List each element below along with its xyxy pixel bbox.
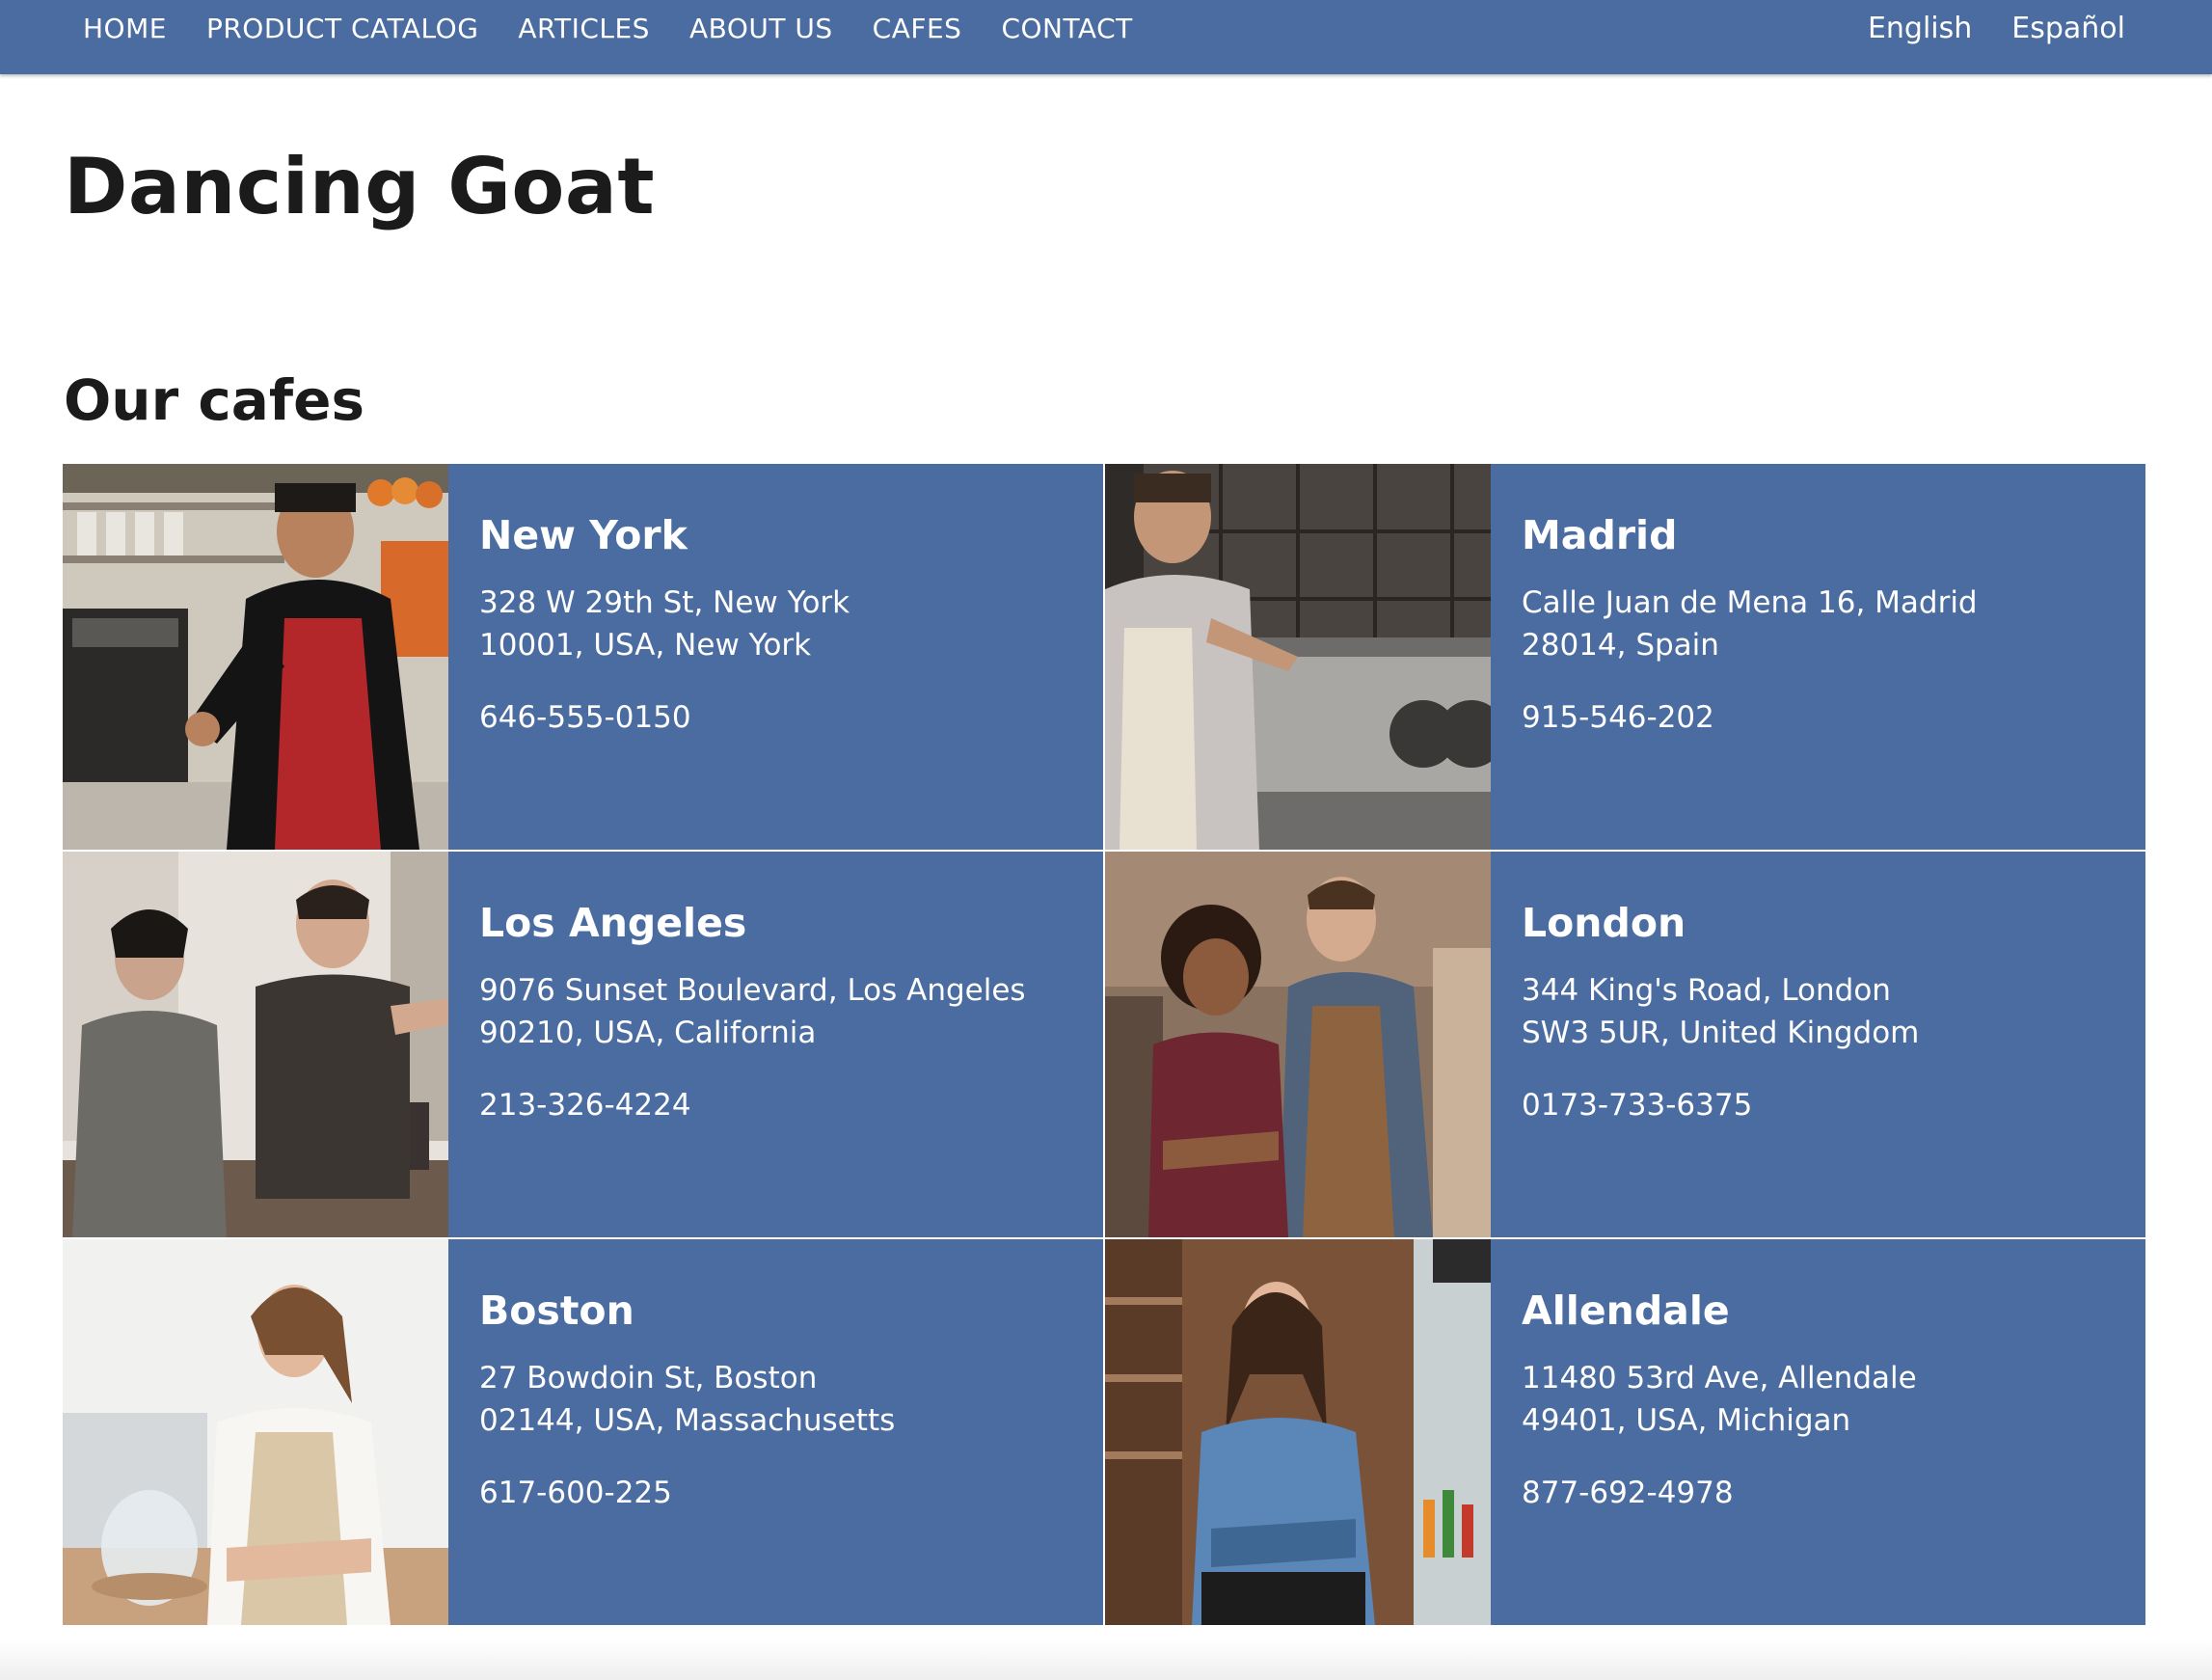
barista-photo-icon — [1105, 1239, 1491, 1625]
cafe-name: New York — [479, 512, 688, 558]
cafe-info-new-york: New York 328 W 29th St, New York 10001, … — [448, 464, 850, 850]
cafe-address-line2: SW3 5UR, United Kingdom — [1522, 1016, 1920, 1050]
cafe-address-line2: 49401, USA, Michigan — [1522, 1403, 1851, 1438]
cafe-address-line1: 328 W 29th St, New York — [479, 585, 850, 620]
cafe-address-line1: Calle Juan de Mena 16, Madrid — [1522, 585, 1978, 620]
cafe-card-madrid[interactable]: Madrid Calle Juan de Mena 16, Madrid 280… — [1105, 464, 2145, 850]
nav-link-contact[interactable]: CONTACT — [1001, 13, 1132, 44]
site-title: Dancing Goat — [64, 142, 656, 231]
cafe-address-line1: 11480 53rd Ave, Allendale — [1522, 1361, 1917, 1395]
nav-link-product-catalog[interactable]: PRODUCT CATALOG — [206, 13, 478, 44]
cafe-card-boston[interactable]: Boston 27 Bowdoin St, Boston 02144, USA,… — [63, 1239, 1103, 1625]
cafe-phone: 213-326-4224 — [479, 1088, 691, 1123]
cafe-photo-boston — [63, 1239, 448, 1625]
cafe-photo-new-york — [63, 464, 448, 850]
cafe-info-boston: Boston 27 Bowdoin St, Boston 02144, USA,… — [448, 1239, 895, 1625]
cafe-card-allendale[interactable]: Allendale 11480 53rd Ave, Allendale 4940… — [1105, 1239, 2145, 1625]
cafe-photo-london — [1105, 852, 1491, 1237]
language-switcher: English Español — [1828, 0, 2125, 56]
cafe-name: Los Angeles — [479, 900, 747, 946]
nav-link-about-us[interactable]: ABOUT US — [689, 13, 833, 44]
section-title: Our cafes — [64, 367, 365, 433]
cafe-photo-madrid — [1105, 464, 1491, 850]
cafe-address-line1: 9076 Sunset Boulevard, Los Angeles — [479, 973, 1026, 1008]
barista-photo-icon — [1105, 464, 1491, 850]
baristas-photo-icon — [1105, 852, 1491, 1237]
cafe-card-new-york[interactable]: New York 328 W 29th St, New York 10001, … — [63, 464, 1103, 850]
cafe-phone: 617-600-225 — [479, 1476, 672, 1510]
nav-link-cafes[interactable]: CAFES — [873, 13, 962, 44]
cafe-info-los-angeles: Los Angeles 9076 Sunset Boulevard, Los A… — [448, 852, 1026, 1237]
top-navigation-bar: HOME PRODUCT CATALOG ARTICLES ABOUT US C… — [0, 0, 2212, 74]
page-bottom-shadow — [0, 1639, 2212, 1680]
cafe-address-line2: 90210, USA, California — [479, 1016, 817, 1050]
cafe-name: Madrid — [1522, 512, 1678, 558]
cafe-info-madrid: Madrid Calle Juan de Mena 16, Madrid 280… — [1491, 464, 1978, 850]
cafe-card-london[interactable]: London 344 King's Road, London SW3 5UR, … — [1105, 852, 2145, 1237]
cafe-address-line1: 344 King's Road, London — [1522, 973, 1891, 1008]
cafe-name: London — [1522, 900, 1686, 946]
cafe-photo-los-angeles — [63, 852, 448, 1237]
cafe-phone: 877-692-4978 — [1522, 1476, 1734, 1510]
main-menu: HOME PRODUCT CATALOG ARTICLES ABOUT US C… — [83, 0, 1173, 56]
language-spanish-link[interactable]: Español — [2011, 12, 2125, 45]
cafe-info-london: London 344 King's Road, London SW3 5UR, … — [1491, 852, 1919, 1237]
cafe-phone: 0173-733-6375 — [1522, 1088, 1753, 1123]
cafe-info-allendale: Allendale 11480 53rd Ave, Allendale 4940… — [1491, 1239, 1917, 1625]
cafe-address-line2: 28014, Spain — [1522, 628, 1719, 663]
cafe-phone: 646-555-0150 — [479, 700, 691, 735]
baristas-photo-icon — [63, 852, 448, 1237]
cafe-address-line2: 10001, USA, New York — [479, 628, 812, 663]
cafe-name: Allendale — [1522, 1287, 1730, 1334]
nav-link-home[interactable]: HOME — [83, 13, 167, 44]
cafe-card-los-angeles[interactable]: Los Angeles 9076 Sunset Boulevard, Los A… — [63, 852, 1103, 1237]
cafe-photo-allendale — [1105, 1239, 1491, 1625]
barista-photo-icon — [63, 464, 448, 850]
barista-photo-icon — [63, 1239, 448, 1625]
cafe-phone: 915-546-202 — [1522, 700, 1714, 735]
cafe-grid: New York 328 W 29th St, New York 10001, … — [63, 464, 2145, 1626]
language-english-link[interactable]: English — [1868, 12, 1972, 45]
nav-link-articles[interactable]: ARTICLES — [518, 13, 650, 44]
cafe-address-line2: 02144, USA, Massachusetts — [479, 1403, 896, 1438]
cafe-name: Boston — [479, 1287, 634, 1334]
cafe-address-line1: 27 Bowdoin St, Boston — [479, 1361, 818, 1395]
